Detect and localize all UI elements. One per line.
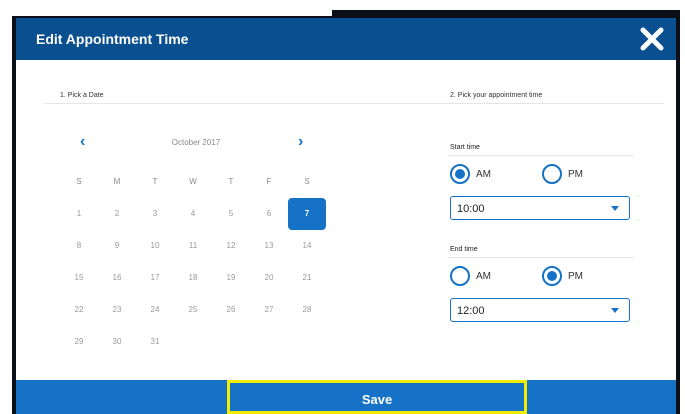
end-time-select[interactable]: 12:00 [450,298,630,322]
calendar-day[interactable]: 9 [98,230,136,262]
weekday-label: T [152,177,158,186]
end-time-divider [448,257,634,258]
calendar-day[interactable]: 21 [288,262,326,294]
calendar-day[interactable]: 24 [136,294,174,326]
end-am-label: AM [476,271,491,282]
calendar-day[interactable]: 29 [60,326,98,358]
calendar-day[interactable]: 2 [98,198,136,230]
calendar-day[interactable]: 5 [212,198,250,230]
weekday-label: F [266,177,272,186]
start-time-value: 10:00 [457,203,485,215]
calendar-day[interactable]: 17 [136,262,174,294]
dropdown-arrow-icon [611,206,619,211]
weekday-label: S [304,177,310,186]
calendar-day[interactable]: 31 [136,326,174,358]
end-time-label: End time [450,246,478,253]
chevron-left-icon: ‹ [80,133,86,150]
calendar-day[interactable]: 14 [288,230,326,262]
calendar-day[interactable]: 3 [136,198,174,230]
calendar-day[interactable]: 25 [174,294,212,326]
window-top-gap [12,10,332,16]
weekday-label: W [189,177,197,186]
save-button-label: Save [361,392,393,407]
month-label: October 2017 [171,138,221,147]
section-divider [44,103,664,104]
end-am-radio[interactable] [450,266,470,286]
calendar-day[interactable]: 27 [250,294,288,326]
calendar-day[interactable]: 28 [288,294,326,326]
pick-time-label: 2. Pick your appointment time [450,92,543,99]
end-pm-label: PM [568,271,583,282]
end-time-value: 12:00 [457,305,485,317]
dropdown-arrow-icon [611,308,619,313]
end-pm-radio[interactable] [542,266,562,286]
prev-month-button[interactable]: ‹ [80,134,85,150]
dialog-title: Edit Appointment Time [36,31,189,47]
dialog-footer: Save [16,380,676,414]
dialog-header: Edit Appointment Time [16,18,676,60]
calendar-day[interactable]: 23 [98,294,136,326]
weekday-label: S [76,177,82,186]
calendar-day[interactable]: 1 [60,198,98,230]
save-button[interactable]: Save [227,380,527,414]
calendar-day[interactable]: 10 [136,230,174,262]
calendar-day[interactable]: 16 [98,262,136,294]
calendar-day[interactable]: 12 [212,230,250,262]
calendar-day[interactable]: 20 [250,262,288,294]
calendar-day[interactable]: 15 [60,262,98,294]
calendar-day[interactable]: 4 [174,198,212,230]
weekday-label: M [113,177,121,186]
calendar-day[interactable]: 8 [60,230,98,262]
calendar-day[interactable]: 30 [98,326,136,358]
calendar-day[interactable]: 11 [174,230,212,262]
calendar-day-selected[interactable]: 7 [288,198,326,230]
start-am-label: AM [476,169,491,180]
edit-appointment-dialog: Edit Appointment Time 1. Pick a Date 2. … [12,18,680,414]
start-time-select[interactable]: 10:00 [450,196,630,220]
calendar-day[interactable]: 13 [250,230,288,262]
calendar-day[interactable]: 26 [212,294,250,326]
start-pm-label: PM [568,169,583,180]
start-time-label: Start time [450,144,480,151]
calendar-day[interactable]: 6 [250,198,288,230]
close-icon [640,27,664,51]
calendar-day[interactable]: 18 [174,262,212,294]
weekday-label: T [228,177,234,186]
next-month-button[interactable]: › [298,134,303,150]
chevron-right-icon: › [298,133,304,150]
calendar-day[interactable]: 22 [60,294,98,326]
close-button[interactable] [640,27,664,51]
start-am-radio[interactable] [450,164,470,184]
calendar-day[interactable]: 19 [212,262,250,294]
start-time-divider [448,155,634,156]
start-pm-radio[interactable] [542,164,562,184]
pick-date-label: 1. Pick a Date [60,92,104,99]
